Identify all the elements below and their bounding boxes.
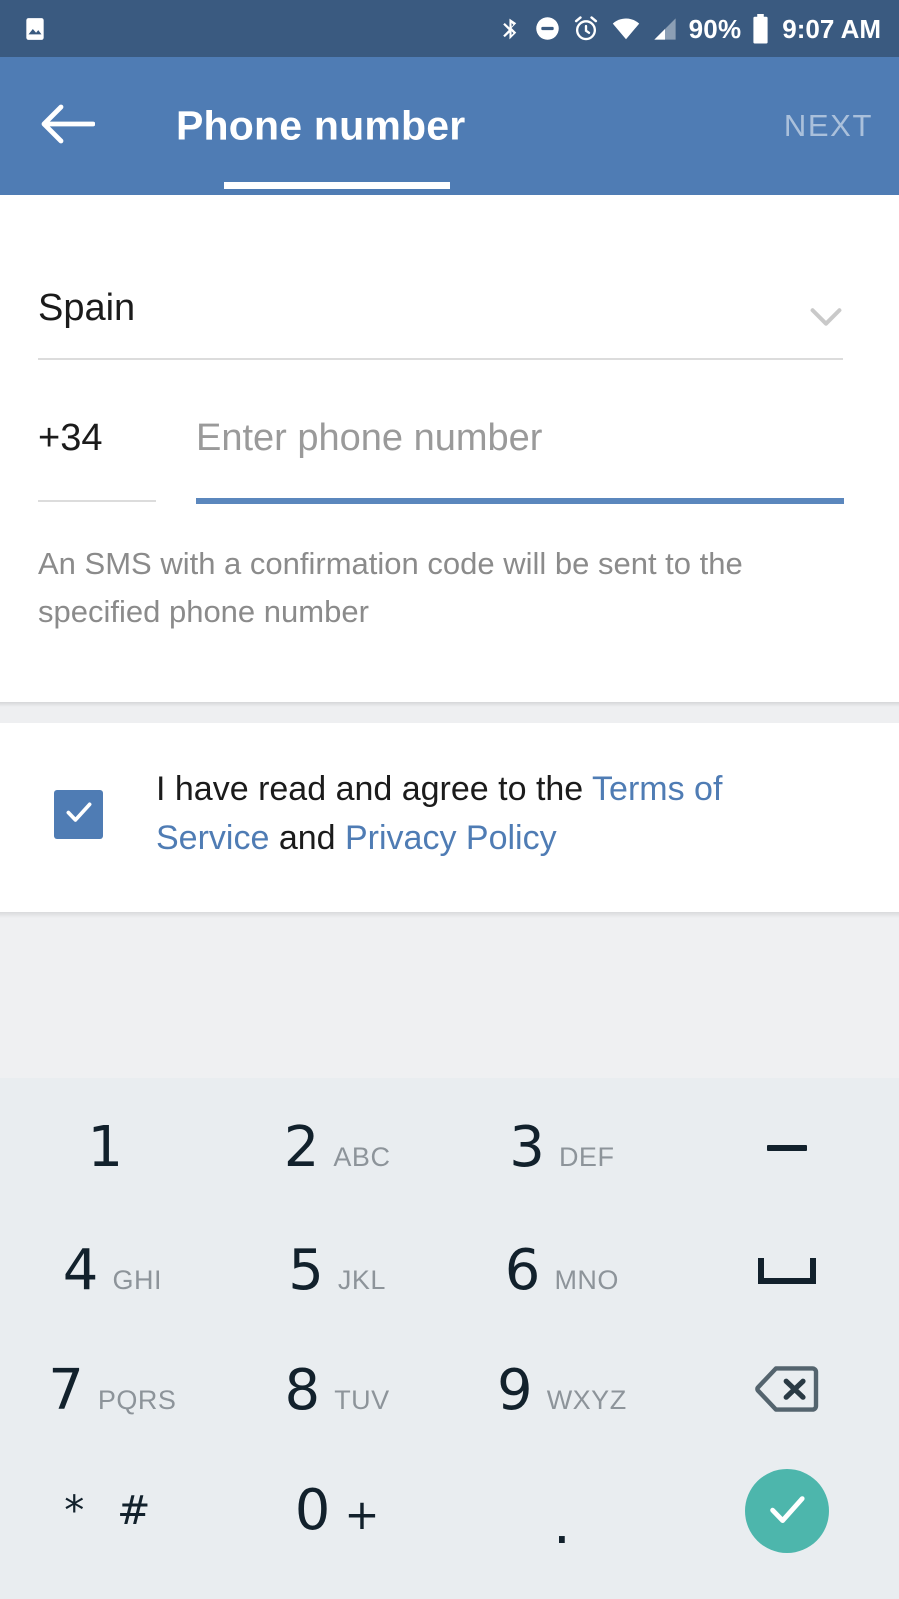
key-plus-label: +: [344, 1490, 380, 1539]
dash-icon: [766, 1145, 807, 1151]
keyboard-row-3: 7 PQRS 8 TUV 9 WXYZ: [0, 1331, 899, 1451]
key-space[interactable]: [674, 1211, 899, 1331]
key-letters: ABC: [333, 1142, 391, 1172]
arrow-back-icon: [39, 103, 96, 150]
keyboard-row-2: 4 GHI 5 JKL 6 MNO: [0, 1211, 899, 1331]
status-bar: 90% 9:07 AM: [0, 0, 899, 57]
key-5[interactable]: 5 JKL: [225, 1211, 450, 1331]
country-underline: [38, 358, 843, 360]
key-digit: 4: [62, 1238, 99, 1303]
key-digit: 9: [497, 1358, 533, 1423]
key-letters: JKL: [337, 1265, 386, 1295]
phone-number-input[interactable]: [196, 417, 844, 460]
key-digit: 3: [509, 1115, 545, 1180]
app-bar: Phone number NEXT: [0, 57, 899, 195]
key-9[interactable]: 9 WXYZ: [450, 1331, 675, 1451]
key-0[interactable]: 0 +: [225, 1451, 450, 1571]
do-not-disturb-icon: [534, 15, 561, 42]
key-4[interactable]: 4 GHI: [0, 1211, 225, 1331]
wifi-icon: [611, 17, 641, 41]
terms-agreement-text: I have read and agree to the Terms of Se…: [156, 765, 836, 864]
check-icon: [763, 1485, 811, 1538]
cellular-signal-icon: [652, 17, 678, 41]
key-2[interactable]: 2 ABC: [225, 1088, 450, 1208]
key-backspace[interactable]: [674, 1331, 899, 1451]
phone-number-screen: 90% 9:07 AM Phone number NEXT Spain +34 …: [0, 0, 899, 1599]
backspace-icon: [754, 1364, 819, 1419]
key-letters: DEF: [558, 1142, 615, 1172]
section-divider: [0, 702, 899, 723]
page-title: Phone number: [176, 102, 466, 149]
terms-card: I have read and agree to the Terms of Se…: [0, 723, 899, 912]
key-1[interactable]: 1: [0, 1088, 225, 1208]
key-letters: WXYZ: [546, 1385, 627, 1415]
phone-input-focus-underline: [196, 498, 844, 504]
terms-conjunction: and: [269, 819, 345, 858]
key-3[interactable]: 3 DEF: [450, 1088, 675, 1208]
battery-icon: [752, 13, 769, 44]
country-selector[interactable]: Spain: [0, 265, 899, 370]
key-symbol-label: * #: [64, 1488, 161, 1534]
key-period[interactable]: .: [450, 1451, 675, 1571]
alarm-icon: [572, 15, 600, 43]
key-digit: 2: [283, 1115, 320, 1180]
key-8[interactable]: 8 TUV: [225, 1331, 450, 1451]
key-letters: GHI: [112, 1265, 162, 1295]
terms-checkbox[interactable]: [54, 790, 103, 839]
key-digit: 5: [288, 1238, 324, 1303]
country-code-label: +34: [38, 417, 103, 459]
bluetooth-icon: [498, 15, 523, 43]
key-star-hash[interactable]: * #: [0, 1451, 225, 1571]
content-spacer: [0, 912, 899, 1078]
space-icon: [757, 1258, 816, 1284]
country-code-underline: [38, 500, 156, 502]
key-digit: 7: [48, 1358, 84, 1423]
key-letters: MNO: [554, 1265, 619, 1295]
chevron-down-icon: [803, 293, 849, 339]
key-dash[interactable]: [674, 1088, 899, 1208]
key-letters: TUV: [334, 1385, 390, 1415]
key-6[interactable]: 6 MNO: [450, 1211, 675, 1331]
key-symbol-label: .: [552, 1492, 571, 1557]
numeric-keyboard: 1 2 ABC 3 DEF 4 GHI 5 JKL 6 MNO 7 PQRS 8…: [0, 1078, 899, 1599]
sms-hint-text: An SMS with a confirmation code will be …: [38, 546, 743, 630]
next-button[interactable]: NEXT: [784, 108, 873, 144]
key-digit: 8: [284, 1358, 321, 1423]
check-icon: [62, 795, 96, 834]
status-clock: 9:07 AM: [782, 13, 881, 44]
key-digit: 0: [294, 1478, 331, 1543]
step-progress-indicator: [224, 182, 450, 189]
country-name-label: Spain: [38, 287, 136, 329]
phone-number-row: +34: [0, 395, 899, 505]
keyboard-row-4: * # 0 + .: [0, 1451, 899, 1571]
enter-button[interactable]: [744, 1469, 829, 1553]
form-card: Spain +34 An SMS with a confirmation cod…: [0, 195, 899, 702]
back-button[interactable]: [38, 97, 96, 155]
privacy-policy-link[interactable]: Privacy Policy: [345, 819, 557, 857]
key-enter[interactable]: [674, 1451, 899, 1571]
image-icon: [22, 16, 48, 42]
key-letters: PQRS: [97, 1385, 177, 1415]
battery-percent-label: 90%: [688, 13, 742, 44]
keyboard-row-1: 1 2 ABC 3 DEF: [0, 1088, 899, 1208]
key-digit: 1: [87, 1115, 124, 1180]
key-digit: 6: [504, 1238, 541, 1303]
terms-prefix: I have read and agree to the: [156, 770, 593, 808]
key-7[interactable]: 7 PQRS: [0, 1331, 225, 1451]
